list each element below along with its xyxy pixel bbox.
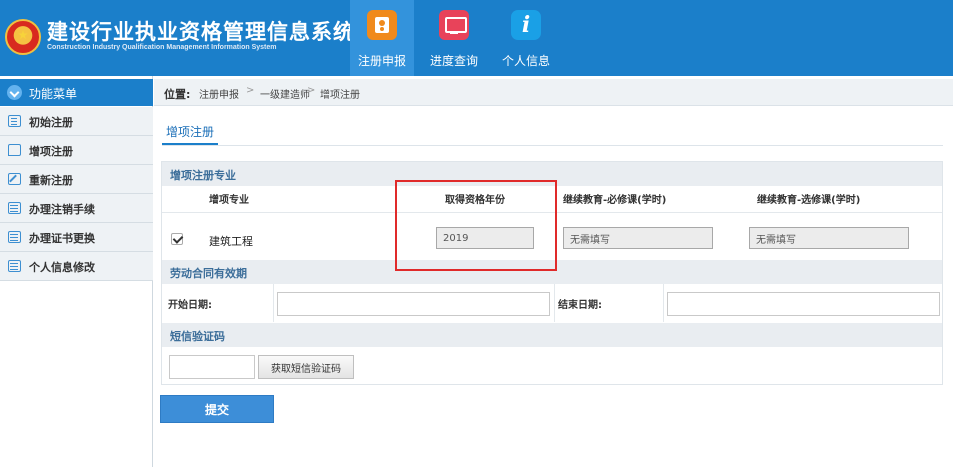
elective-hours-input: [749, 227, 909, 249]
nav-label: 进度查询: [429, 54, 478, 68]
column-header-elective-hours: 继续教育-选修课(学时): [757, 195, 861, 206]
main-content: 位置: 注册申报 > 一级建造师 > 增项注册 增项注册 增项注册专业 增项专业…: [154, 76, 953, 467]
sidebar-item-label: 初始注册: [29, 116, 73, 129]
major-name: 建筑工程: [209, 235, 253, 248]
chevron-down-icon: [7, 85, 22, 100]
section-title: 增项注册专业: [170, 169, 236, 182]
sidebar-item-label: 增项注册: [29, 145, 73, 158]
national-emblem-icon: [5, 19, 41, 55]
form-panel: 增项注册专业 增项专业 取得资格年份 继续教育-必修课(学时) 继续教育-选修课…: [161, 161, 943, 385]
column-divider: [554, 284, 555, 322]
calendar-icon: [8, 202, 21, 214]
sidebar-item-initial-registration[interactable]: 初始注册: [0, 107, 153, 136]
nav-label: 个人信息: [501, 54, 550, 68]
app-header: 建设行业执业资格管理信息系统 Construction Industry Qua…: [0, 0, 953, 76]
start-date-label: 开始日期:: [168, 300, 212, 311]
end-date-input[interactable]: [667, 292, 940, 316]
required-hours-input: [563, 227, 713, 249]
calendar-icon: [8, 231, 21, 243]
sidebar-item-re-registration[interactable]: 重新注册: [0, 165, 153, 194]
section-header-sms: 短信验证码: [162, 323, 942, 347]
qualification-year-input: [436, 227, 534, 249]
sidebar-item-additional-registration[interactable]: 增项注册: [0, 136, 153, 165]
list-icon: [8, 115, 21, 127]
breadcrumb-lead: 位置:: [164, 88, 191, 101]
column-divider: [273, 284, 274, 322]
start-date-input[interactable]: [277, 292, 550, 316]
sidebar-item-certificate-replacement[interactable]: 办理证书更换: [0, 223, 153, 252]
sidebar-header[interactable]: 功能菜单: [0, 79, 153, 106]
sidebar-item-label: 办理注销手续: [29, 203, 95, 216]
nav-registration[interactable]: 注册申报: [350, 0, 414, 76]
major-checkbox[interactable]: [171, 233, 183, 245]
sidebar-item-label: 重新注册: [29, 174, 73, 187]
breadcrumb-item[interactable]: 一级建造师: [260, 86, 310, 101]
sidebar-item-label: 个人信息修改: [29, 261, 95, 274]
sidebar-header-label: 功能菜单: [29, 87, 78, 101]
column-header-required-hours: 继续教育-必修课(学时): [563, 195, 667, 206]
sidebar-item-cancellation[interactable]: 办理注销手续: [0, 194, 153, 223]
submit-button[interactable]: 提交: [160, 395, 274, 423]
breadcrumb-item[interactable]: 注册申报: [199, 86, 239, 101]
info-icon: i: [511, 10, 541, 40]
sidebar: 功能菜单 初始注册 增项注册 重新注册 办理注销手续 办理证书更换 个人信息修改: [0, 76, 153, 467]
breadcrumb: 位置: 注册申报 > 一级建造师 > 增项注册: [154, 79, 953, 106]
section-title: 短信验证码: [170, 330, 225, 343]
nav-personal-info[interactable]: i 个人信息: [494, 0, 558, 76]
section-header-major: 增项注册专业: [162, 162, 942, 186]
progress-monitor-icon: [439, 10, 469, 40]
tab-additional-registration[interactable]: 增项注册: [162, 117, 219, 145]
system-title: 建设行业执业资格管理信息系统: [47, 20, 355, 44]
get-sms-code-button[interactable]: 获取短信验证码: [258, 355, 354, 379]
sidebar-item-label: 办理证书更换: [29, 232, 95, 245]
section-title: 劳动合同有效期: [170, 267, 247, 280]
breadcrumb-separator: >: [307, 85, 316, 96]
breadcrumb-item-current: 增项注册: [320, 90, 360, 101]
breadcrumb-separator: >: [246, 85, 255, 96]
end-date-label: 结束日期:: [558, 300, 602, 311]
system-subtitle: Construction Industry Qualification Mana…: [47, 44, 277, 51]
nav-progress-query[interactable]: 进度查询: [422, 0, 486, 76]
section-header-contract: 劳动合同有效期: [162, 260, 942, 284]
column-header-major: 增项专业: [209, 195, 249, 206]
tab-divider: [162, 145, 943, 146]
row-divider: [162, 212, 942, 213]
column-divider: [663, 284, 664, 322]
registration-icon: [367, 10, 397, 40]
nav-label: 注册申报: [357, 54, 406, 68]
sms-code-input[interactable]: [169, 355, 255, 379]
calendar-icon: [8, 260, 21, 272]
edit-icon: [8, 173, 21, 185]
column-header-year: 取得资格年份: [445, 195, 505, 206]
message-icon: [8, 144, 21, 156]
sidebar-item-personal-info-edit[interactable]: 个人信息修改: [0, 252, 153, 281]
